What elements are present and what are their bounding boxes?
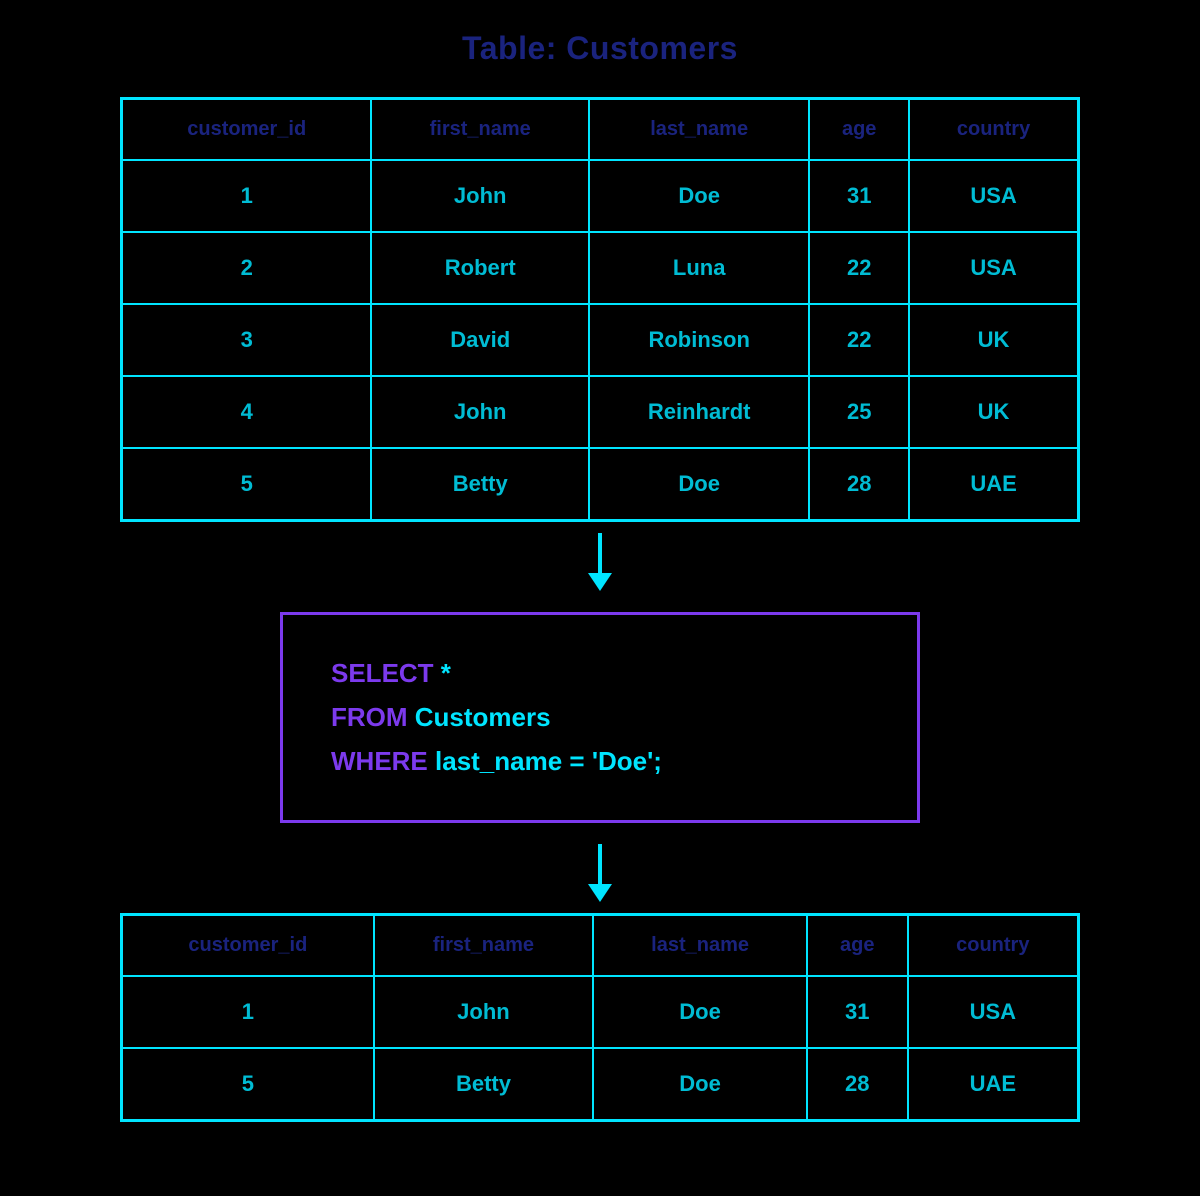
- table-cell: 31: [807, 976, 908, 1048]
- sql-from-rest: Customers: [408, 702, 551, 732]
- table-cell: John: [371, 376, 589, 448]
- arrow-head-2: [588, 884, 612, 902]
- table-cell: 25: [809, 376, 909, 448]
- table-cell: 3: [122, 304, 372, 376]
- table-cell: 22: [809, 304, 909, 376]
- table-row: 5BettyDoe28UAE: [122, 448, 1079, 521]
- table-cell: Robinson: [589, 304, 809, 376]
- source-col-country: country: [909, 99, 1078, 161]
- source-table: customer_id first_name last_name age cou…: [120, 97, 1080, 522]
- table-cell: 1: [122, 160, 372, 232]
- table-cell: John: [371, 160, 589, 232]
- table-cell: USA: [909, 160, 1078, 232]
- source-col-last-name: last_name: [589, 99, 809, 161]
- result-col-age: age: [807, 914, 908, 976]
- sql-select-rest: *: [434, 658, 451, 688]
- arrow-line-1: [598, 533, 602, 573]
- table-row: 2RobertLuna22USA: [122, 232, 1079, 304]
- sql-box: SELECT * FROM Customers WHERE last_name …: [280, 612, 920, 823]
- table-cell: 1: [122, 976, 374, 1048]
- result-col-last-name: last_name: [593, 914, 807, 976]
- sql-line-3: WHERE last_name = 'Doe';: [331, 739, 869, 783]
- table-cell: Doe: [593, 1048, 807, 1121]
- result-table-header-row: customer_id first_name last_name age cou…: [122, 914, 1079, 976]
- arrow-line-2: [598, 844, 602, 884]
- table-cell: UAE: [908, 1048, 1079, 1121]
- table-cell: Betty: [374, 1048, 594, 1121]
- table-cell: 2: [122, 232, 372, 304]
- sql-select-keyword: SELECT: [331, 658, 434, 688]
- result-col-country: country: [908, 914, 1079, 976]
- table-cell: USA: [908, 976, 1079, 1048]
- table-cell: 4: [122, 376, 372, 448]
- table-cell: 5: [122, 1048, 374, 1121]
- source-col-customer-id: customer_id: [122, 99, 372, 161]
- result-table: customer_id first_name last_name age cou…: [120, 913, 1080, 1122]
- table-cell: Robert: [371, 232, 589, 304]
- sql-line-1: SELECT *: [331, 651, 869, 695]
- table-cell: Doe: [589, 160, 809, 232]
- arrow-to-result: [588, 843, 612, 903]
- sql-from-keyword: FROM: [331, 702, 408, 732]
- table-cell: 28: [809, 448, 909, 521]
- arrow-to-sql: [588, 532, 612, 592]
- sql-where-rest: last_name = 'Doe';: [428, 746, 662, 776]
- source-col-age: age: [809, 99, 909, 161]
- table-cell: Doe: [589, 448, 809, 521]
- table-cell: Betty: [371, 448, 589, 521]
- table-cell: 5: [122, 448, 372, 521]
- table-cell: UK: [909, 304, 1078, 376]
- table-cell: UK: [909, 376, 1078, 448]
- table-row: 3DavidRobinson22UK: [122, 304, 1079, 376]
- table-row: 5BettyDoe28UAE: [122, 1048, 1079, 1121]
- table-row: 1JohnDoe31USA: [122, 160, 1079, 232]
- table-cell: 22: [809, 232, 909, 304]
- table-cell: USA: [909, 232, 1078, 304]
- page-container: Table: Customers customer_id first_name …: [50, 30, 1150, 1122]
- table-cell: 28: [807, 1048, 908, 1121]
- sql-where-keyword: WHERE: [331, 746, 428, 776]
- table-cell: UAE: [909, 448, 1078, 521]
- page-title: Table: Customers: [462, 30, 738, 67]
- table-cell: John: [374, 976, 594, 1048]
- source-table-header-row: customer_id first_name last_name age cou…: [122, 99, 1079, 161]
- sql-line-2: FROM Customers: [331, 695, 869, 739]
- table-row: 4JohnReinhardt25UK: [122, 376, 1079, 448]
- table-row: 1JohnDoe31USA: [122, 976, 1079, 1048]
- arrow-head-1: [588, 573, 612, 591]
- source-col-first-name: first_name: [371, 99, 589, 161]
- table-cell: Reinhardt: [589, 376, 809, 448]
- table-cell: 31: [809, 160, 909, 232]
- table-cell: Luna: [589, 232, 809, 304]
- table-cell: David: [371, 304, 589, 376]
- table-cell: Doe: [593, 976, 807, 1048]
- result-col-first-name: first_name: [374, 914, 594, 976]
- result-col-customer-id: customer_id: [122, 914, 374, 976]
